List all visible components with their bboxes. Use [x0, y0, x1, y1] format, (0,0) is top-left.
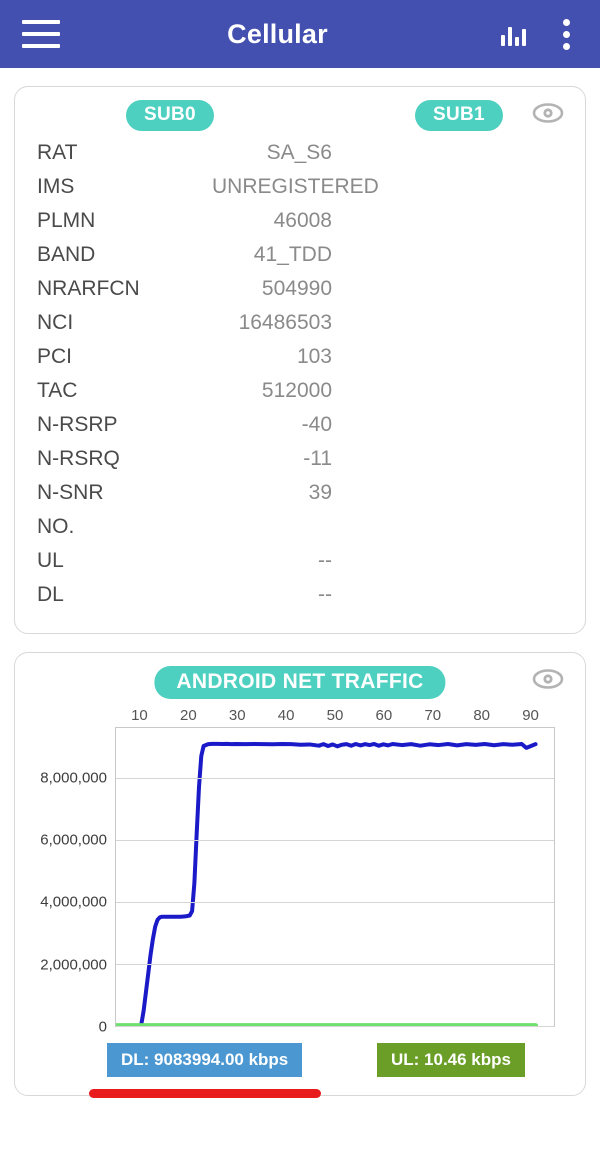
bar [501, 35, 505, 46]
x-tick-label: 70 [424, 707, 442, 724]
x-tick-label: 30 [228, 707, 246, 724]
bar [522, 29, 526, 46]
sim-info-table: RAT SA_S6 IMS UNREGISTERED PLMN 46008 BA… [15, 141, 585, 633]
sub1-badge[interactable]: SUB1 [415, 100, 503, 131]
row-value-sub0: 46008 [273, 209, 332, 232]
y-tick-label: 4,000,000 [40, 893, 107, 911]
y-tick-label: 8,000,000 [40, 769, 107, 787]
sub0-badge[interactable]: SUB0 [126, 100, 214, 131]
sim-card-header: SUB0 SUB1 [15, 87, 585, 141]
row-value-sub0: SA_S6 [266, 141, 332, 164]
dl-legend-badge[interactable]: DL: 9083994.00 kbps [107, 1043, 303, 1077]
x-tick-label: 90 [522, 707, 539, 724]
y-gridline: 8,000,000 [40, 769, 554, 786]
chart-plot-area: 0 2,000,000 4,000,000 6,000,000 8,000,000 [40, 727, 555, 1036]
dot [563, 18, 570, 26]
table-row: NCI 16486503 [15, 311, 585, 345]
bar-chart-icon[interactable] [501, 22, 529, 46]
row-label: NO. [37, 515, 75, 538]
row-label: IMS [37, 175, 75, 198]
x-tick-label: 40 [277, 707, 295, 724]
table-row: N-SNR 39 [15, 481, 585, 515]
y-tick-label: 2,000,000 [40, 956, 107, 974]
table-row: N-RSRQ -11 [15, 447, 585, 481]
table-row: BAND 41_TDD [15, 243, 585, 277]
row-value-sub0: 16486503 [238, 311, 332, 334]
row-value-sub0: -11 [303, 447, 332, 470]
row-label: NCI [37, 311, 74, 334]
y-gridline: 0 [99, 1019, 554, 1036]
x-tick-label: 60 [375, 707, 393, 724]
table-row: TAC 512000 [15, 379, 585, 413]
row-value-sub0: -- [318, 549, 332, 572]
chart-x-axis: 10 20 30 40 50 60 70 80 90 [115, 707, 555, 724]
row-label: N-RSRP [37, 413, 118, 436]
table-row: PCI 103 [15, 345, 585, 379]
page-title: Cellular [227, 18, 328, 49]
row-label: N-SNR [37, 481, 104, 504]
table-row: PLMN 46008 [15, 209, 585, 243]
net-traffic-card: ANDROID NET TRAFFIC 10 20 30 40 50 60 70 80 90 0… [14, 652, 586, 1098]
more-vertical-icon[interactable] [555, 17, 578, 52]
app-bar-actions [501, 17, 578, 52]
row-value-sub0: -40 [301, 413, 332, 436]
table-row: NO. [15, 515, 585, 549]
dot [563, 30, 570, 38]
ul-legend-badge[interactable]: UL: 10.46 kbps [377, 1043, 525, 1077]
y-gridline: 6,000,000 [40, 832, 554, 849]
bar [508, 27, 512, 46]
app-bar: Cellular [0, 0, 600, 68]
traffic-card-header: ANDROID NET TRAFFIC [15, 653, 585, 707]
chart-lines [116, 728, 554, 1026]
table-row: RAT SA_S6 [15, 141, 585, 175]
table-row: IMS UNREGISTERED [15, 175, 585, 209]
row-value-sub0: 39 [308, 481, 332, 504]
row-value-sub0: 41_TDD [253, 243, 332, 266]
row-label: UL [37, 549, 64, 572]
row-value-sub0: 103 [296, 345, 332, 368]
sim-info-card: SUB0 SUB1 RAT SA_S6 IMS UNREGISTERED PLM… [14, 86, 586, 634]
chart-legend: DL: 9083994.00 kbps UL: 10.46 kbps [15, 1033, 585, 1098]
row-label: NRARFCN [37, 277, 140, 300]
series-line-dl [141, 744, 535, 1024]
y-tick-label: 6,000,000 [40, 831, 107, 849]
row-label: TAC [37, 379, 78, 402]
row-label: PLMN [37, 209, 96, 232]
y-gridline: 4,000,000 [40, 894, 554, 911]
row-label: N-RSRQ [37, 447, 120, 470]
row-label: DL [37, 583, 64, 606]
row-value-sub0: 512000 [261, 379, 332, 402]
row-value-sub0: UNREGISTERED [212, 175, 379, 198]
x-tick-label: 80 [473, 707, 491, 724]
table-row: UL -- [15, 549, 585, 583]
bar [515, 37, 519, 46]
traffic-title-badge[interactable]: ANDROID NET TRAFFIC [154, 666, 446, 699]
table-row: NRARFCN 504990 [15, 277, 585, 311]
row-value-sub0: -- [318, 583, 332, 606]
dot [563, 42, 570, 50]
table-row: N-RSRP -40 [15, 413, 585, 447]
eye-icon[interactable] [531, 667, 565, 691]
row-label: BAND [37, 243, 96, 266]
table-row: DL -- [15, 583, 585, 617]
row-value-sub0: 504990 [261, 277, 332, 300]
row-label: RAT [37, 141, 78, 164]
eye-icon[interactable] [531, 101, 565, 125]
x-tick-label: 10 [131, 707, 148, 724]
chart-container: 10 20 30 40 50 60 70 80 90 0 2,000,000 4,000,000 6,… [15, 707, 585, 1036]
x-tick-label: 20 [179, 707, 197, 724]
row-label: PCI [37, 345, 73, 368]
dl-highlight-underline [89, 1089, 321, 1098]
x-tick-label: 50 [326, 707, 344, 724]
y-gridline: 2,000,000 [40, 956, 554, 973]
